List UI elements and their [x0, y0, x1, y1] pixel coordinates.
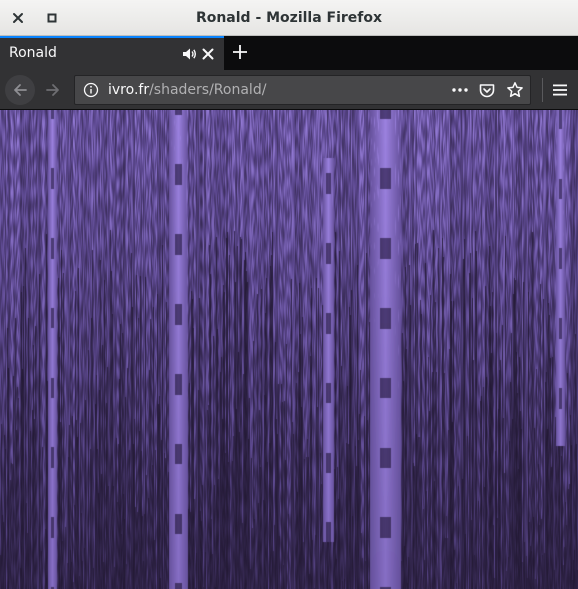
star-icon[interactable]	[506, 81, 524, 99]
forward-button[interactable]	[40, 77, 66, 103]
plus-icon	[233, 45, 247, 59]
url-bar[interactable]: ivro.fr/shaders/Ronald/	[74, 75, 531, 105]
new-tab-button[interactable]	[229, 41, 251, 63]
tab-ronald[interactable]: Ronald	[0, 36, 224, 70]
close-icon[interactable]	[200, 46, 216, 62]
tab-strip: Ronald	[0, 36, 578, 70]
back-button[interactable]	[5, 75, 35, 105]
url-path: /shaders/Ronald/	[149, 82, 267, 98]
pocket-icon[interactable]	[478, 82, 496, 100]
nav-bar: ivro.fr/shaders/Ronald/	[0, 70, 578, 110]
arrow-right-icon	[46, 84, 59, 96]
tab-label: Ronald	[9, 45, 57, 61]
shader-canvas[interactable]	[0, 110, 578, 589]
speaker-icon[interactable]	[181, 46, 197, 62]
window-title: Ronald - Mozilla Firefox	[195, 10, 383, 26]
title-bar: Ronald - Mozilla Firefox	[0, 0, 578, 36]
url-domain: ivro.fr	[108, 82, 150, 98]
open-menu-button[interactable]	[548, 77, 572, 103]
page-content	[0, 110, 578, 589]
info-icon[interactable]	[83, 82, 99, 98]
hamburger-menu-icon	[553, 84, 567, 96]
arrow-left-icon	[14, 84, 27, 96]
toolbar-separator	[542, 78, 543, 102]
url-text[interactable]: ivro.fr/shaders/Ronald/	[108, 82, 266, 98]
browser-window: Ronald - Mozilla Firefox Ronald ivro.fr/…	[0, 0, 578, 589]
ellipsis-icon[interactable]	[451, 82, 469, 98]
